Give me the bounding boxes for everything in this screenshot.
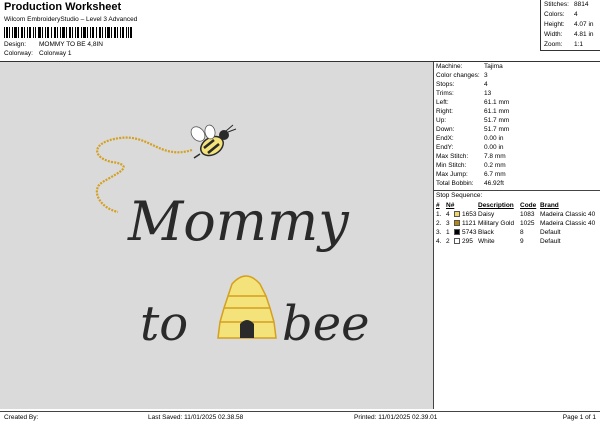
detail-total-bobbin: Total Bobbin: 46.92ft [436, 180, 504, 187]
footer: Created By: Last Saved: 11/01/2025 02.38… [0, 411, 600, 425]
thread-code: 8 [520, 229, 524, 236]
col-code: Code [520, 202, 537, 209]
stop-sequence-row: 4. 2 295 White 9 Default [434, 237, 600, 246]
software-subtitle: Wilcom EmbroideryStudio – Level 3 Advanc… [4, 16, 138, 23]
design-text-mommy: Mommy [127, 190, 350, 253]
detail-stops: Stops: 4 [436, 81, 488, 88]
thread-brand: Default [540, 238, 561, 245]
col-needle: N# [446, 202, 455, 209]
detail-endy: EndY: 0.00 in [436, 144, 504, 151]
thread-swatch [454, 229, 460, 235]
detail-max-jump: Max Jump: 6.7 mm [436, 171, 506, 178]
needle-number: 1 [446, 229, 450, 236]
thread-code: 1025 [520, 220, 535, 227]
thread-swatch [454, 220, 460, 226]
thread-description: Black [478, 229, 494, 236]
stop-sequence-heading: Stop Sequence: [434, 190, 600, 201]
design-row: Design: MOMMY TO BE 4,8IN [4, 41, 103, 48]
thread-number: 1121 [462, 220, 476, 227]
thread-description: Daisy [478, 211, 495, 218]
design-text-to: to [140, 296, 188, 352]
summary-colors: Colors: 4 [544, 11, 578, 18]
design-preview: Mommy to bee [0, 62, 434, 409]
needle-number: 4 [446, 211, 450, 218]
detail-color-changes: Color changes: 3 [436, 72, 488, 79]
design-name: MOMMY TO BE 4,8IN [39, 41, 103, 48]
thread-brand: Madeira Classic 40 [540, 211, 596, 218]
thread-swatch [454, 211, 460, 217]
thread-brand: Madeira Classic 40 [540, 220, 596, 227]
stop-sequence-row: 2. 3 1121 Military Gold 1025 Madeira Classic … [434, 219, 600, 228]
summary-height: Height: 4.07 in [544, 21, 594, 28]
colorway-label: Colorway: [4, 50, 33, 57]
page-title: Production Worksheet [4, 1, 122, 13]
details-panel: Machine: Tajima Color changes: 3 Stops: 4 T… [434, 62, 600, 409]
summary-zoom: Zoom: 1:1 [544, 41, 584, 48]
detail-endx: EndX: 0.00 in [436, 135, 504, 142]
summary-stitches: Stitches: 8814 [544, 1, 589, 8]
stop-sequence-row: 1. 4 1653 Daisy 1083 Madeira Classic 40 [434, 210, 600, 219]
last-saved: Last Saved: 11/01/2025 02.38.58 [148, 414, 244, 421]
stop-number: 4. [436, 238, 442, 245]
detail-up: Up: 51.7 mm [436, 117, 510, 124]
detail-left: Left: 61.1 mm [436, 99, 510, 106]
stop-sequence-row: 3. 1 5743 Black 8 Default [434, 228, 600, 237]
thread-swatch [454, 238, 460, 244]
thread-code: 9 [520, 238, 524, 245]
detail-right: Right: 61.1 mm [436, 108, 510, 115]
thread-brand: Default [540, 229, 561, 236]
stop-sequence-columns: # N# Description Code Brand [434, 201, 600, 210]
printed-date: Printed: 11/01/2025 02.39.01 [354, 414, 438, 421]
stop-number: 2. [436, 220, 442, 227]
beehive-icon [217, 275, 277, 339]
design-text-bee: bee [282, 296, 370, 352]
needle-number: 2 [446, 238, 450, 245]
stop-number: 3. [436, 229, 442, 236]
thread-number: 295 [462, 238, 473, 245]
design-label: Design: [4, 41, 27, 48]
thread-number: 5743 [462, 229, 477, 236]
stop-sequence-rows: 1. 4 1653 Daisy 1083 Madeira Classic 40 2. 3 112… [434, 210, 600, 246]
thread-number: 1653 [462, 211, 477, 218]
detail-down: Down: 51.7 mm [436, 126, 510, 133]
summary-width: Width: 4.81 in [544, 31, 594, 38]
needle-number: 3 [446, 220, 450, 227]
detail-machine: Machine: Tajima [436, 63, 503, 70]
colorway-row: Colorway: Colorway 1 [4, 50, 72, 57]
col-number: # [436, 202, 440, 209]
stop-number: 1. [436, 211, 442, 218]
colorway-name: Colorway 1 [39, 50, 72, 57]
detail-min-stitch: Min Stitch: 0.2 mm [436, 162, 506, 169]
col-description: Description [478, 202, 514, 209]
summary-panel: Stitches: 8814 Colors: 4 Height: 4.07 in Wi… [540, 0, 600, 51]
thread-description: White [478, 238, 495, 245]
detail-max-stitch: Max Stitch: 7.8 mm [436, 153, 506, 160]
col-brand: Brand [540, 202, 559, 209]
bee-icon [190, 124, 237, 159]
detail-trims: Trims: 13 [436, 90, 492, 97]
page-number: Page 1 of 1 [562, 414, 596, 421]
embroidery-design: Mommy to bee [95, 124, 370, 352]
thread-description: Military Gold [478, 220, 515, 227]
created-by: Created By: [4, 414, 39, 421]
barcode [4, 27, 132, 38]
thread-code: 1083 [520, 211, 535, 218]
